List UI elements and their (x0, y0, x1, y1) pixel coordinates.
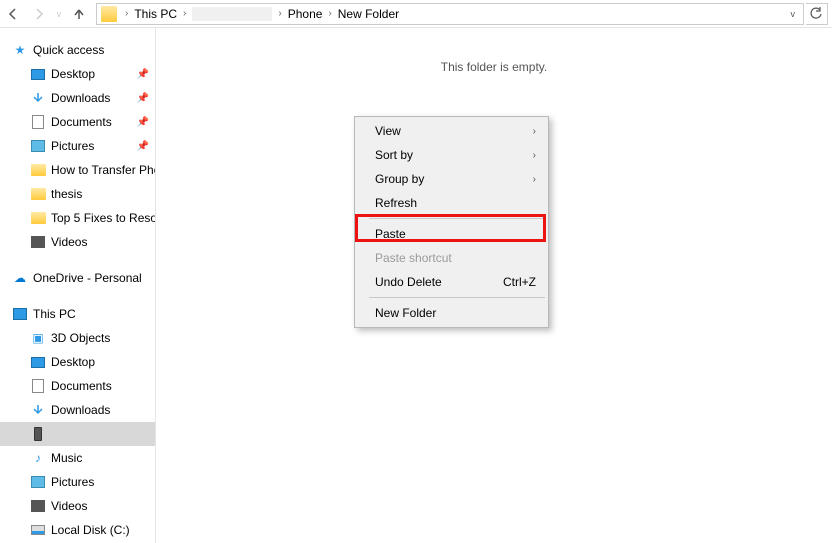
label: thesis (51, 187, 82, 201)
vid-icon (30, 234, 46, 250)
sidebar-item[interactable]: Top 5 Fixes to Resol (0, 206, 155, 230)
breadcrumb-this-pc[interactable]: This PC (130, 4, 181, 24)
sidebar-item[interactable]: Pictures (0, 470, 155, 494)
menu-new-folder[interactable]: New Folder (357, 301, 546, 325)
shortcut-label: Ctrl+Z (503, 275, 536, 289)
menu-paste-shortcut: Paste shortcut (357, 246, 546, 270)
empty-message: This folder is empty. (156, 60, 832, 74)
sidebar-item[interactable]: Local Disk (C:) (0, 518, 155, 542)
menu-view[interactable]: View› (357, 119, 546, 143)
sidebar-item[interactable]: ▣ 3D Objects (0, 326, 155, 350)
label: Pictures (51, 475, 94, 489)
label: Downloads (51, 91, 110, 105)
recent-dropdown[interactable]: v (52, 0, 66, 28)
label: Pictures (51, 139, 94, 153)
menu-undo-delete[interactable]: Undo DeleteCtrl+Z (357, 270, 546, 294)
navigation-pane: ★ Quick access Desktop📌Downloads📌Documen… (0, 28, 156, 543)
menu-refresh[interactable]: Refresh (357, 191, 546, 215)
this-pc[interactable]: This PC (0, 302, 155, 326)
fold-icon (30, 210, 46, 226)
label: Desktop (51, 355, 95, 369)
chevron-right-icon: › (533, 150, 536, 161)
sidebar-item[interactable]: Desktop (0, 350, 155, 374)
fold-icon (30, 186, 46, 202)
label: OneDrive - Personal (33, 271, 142, 285)
phone-icon (30, 426, 46, 442)
monitor-icon (30, 354, 46, 370)
chevron-right-icon[interactable]: › (326, 8, 333, 19)
menu-group-by[interactable]: Group by› (357, 167, 546, 191)
pin-icon: 📌 (137, 117, 149, 128)
address-bar: v › This PC › › Phone › New Folder v (0, 0, 832, 28)
up-button[interactable] (66, 0, 92, 28)
sidebar-item[interactable]: ♪ Music (0, 446, 155, 470)
content-pane[interactable]: This folder is empty. View› Sort by› Gro… (156, 28, 832, 543)
label: Desktop (51, 67, 95, 81)
forward-button[interactable] (26, 0, 52, 28)
sidebar-item[interactable]: Documents (0, 374, 155, 398)
path-dropdown[interactable]: v (787, 9, 800, 19)
sidebar-item[interactable]: Downloads 📌 (0, 86, 155, 110)
chevron-right-icon: › (533, 174, 536, 185)
fold-icon (30, 162, 46, 178)
down-icon (30, 90, 46, 106)
pc-icon (12, 306, 28, 322)
pin-icon: 📌 (137, 93, 149, 104)
sidebar-item[interactable]: Videos (0, 494, 155, 518)
sidebar-item[interactable]: Desktop 📌 (0, 62, 155, 86)
disk-icon (30, 522, 46, 538)
sidebar-item[interactable]: Videos (0, 230, 155, 254)
path-box[interactable]: › This PC › › Phone › New Folder v (96, 3, 804, 25)
chevron-right-icon[interactable]: › (276, 8, 283, 19)
pic-icon (30, 138, 46, 154)
label: Top 5 Fixes to Resol (51, 211, 155, 225)
star-icon: ★ (12, 42, 28, 58)
label: Videos (51, 499, 87, 513)
context-menu: View› Sort by› Group by› Refresh Paste P… (354, 116, 549, 328)
label: Documents (51, 379, 112, 393)
menu-separator (369, 218, 545, 219)
label: Documents (51, 115, 112, 129)
pin-icon: 📌 (137, 141, 149, 152)
label: Local Disk (C:) (51, 523, 130, 537)
label: Videos (51, 235, 87, 249)
sidebar-item[interactable]: Documents 📌 (0, 110, 155, 134)
redacted-text (192, 7, 272, 21)
chevron-right-icon[interactable]: › (123, 8, 130, 19)
onedrive[interactable]: ☁ OneDrive - Personal (0, 266, 155, 290)
sidebar-item[interactable]: thesis (0, 182, 155, 206)
breadcrumb-phone[interactable]: Phone (284, 4, 327, 24)
back-button[interactable] (0, 0, 26, 28)
chevron-right-icon[interactable]: › (181, 8, 188, 19)
doc-icon (30, 114, 46, 130)
breadcrumb-device[interactable] (188, 4, 276, 24)
doc-icon (30, 378, 46, 394)
folder-icon (101, 6, 117, 22)
label: This PC (33, 307, 76, 321)
pin-icon: 📌 (137, 69, 149, 80)
music-icon: ♪ (30, 450, 46, 466)
down-icon (30, 402, 46, 418)
monitor-icon (30, 66, 46, 82)
refresh-button[interactable] (806, 3, 828, 25)
menu-separator (369, 297, 545, 298)
label: 3D Objects (51, 331, 110, 345)
label: How to Transfer Pho (51, 163, 155, 177)
pic-icon (30, 474, 46, 490)
sidebar-item[interactable] (0, 422, 155, 446)
chevron-right-icon: › (533, 126, 536, 137)
menu-sort-by[interactable]: Sort by› (357, 143, 546, 167)
3d-icon: ▣ (30, 330, 46, 346)
sidebar-item[interactable]: Downloads (0, 398, 155, 422)
sidebar-item[interactable]: How to Transfer Pho (0, 158, 155, 182)
label: Quick access (33, 43, 104, 57)
label: Music (51, 451, 82, 465)
label: Downloads (51, 403, 110, 417)
breadcrumb-new-folder[interactable]: New Folder (334, 4, 403, 24)
cloud-icon: ☁ (12, 270, 28, 286)
menu-paste[interactable]: Paste (357, 222, 546, 246)
sidebar-item[interactable]: Pictures 📌 (0, 134, 155, 158)
quick-access[interactable]: ★ Quick access (0, 38, 155, 62)
vid-icon (30, 498, 46, 514)
